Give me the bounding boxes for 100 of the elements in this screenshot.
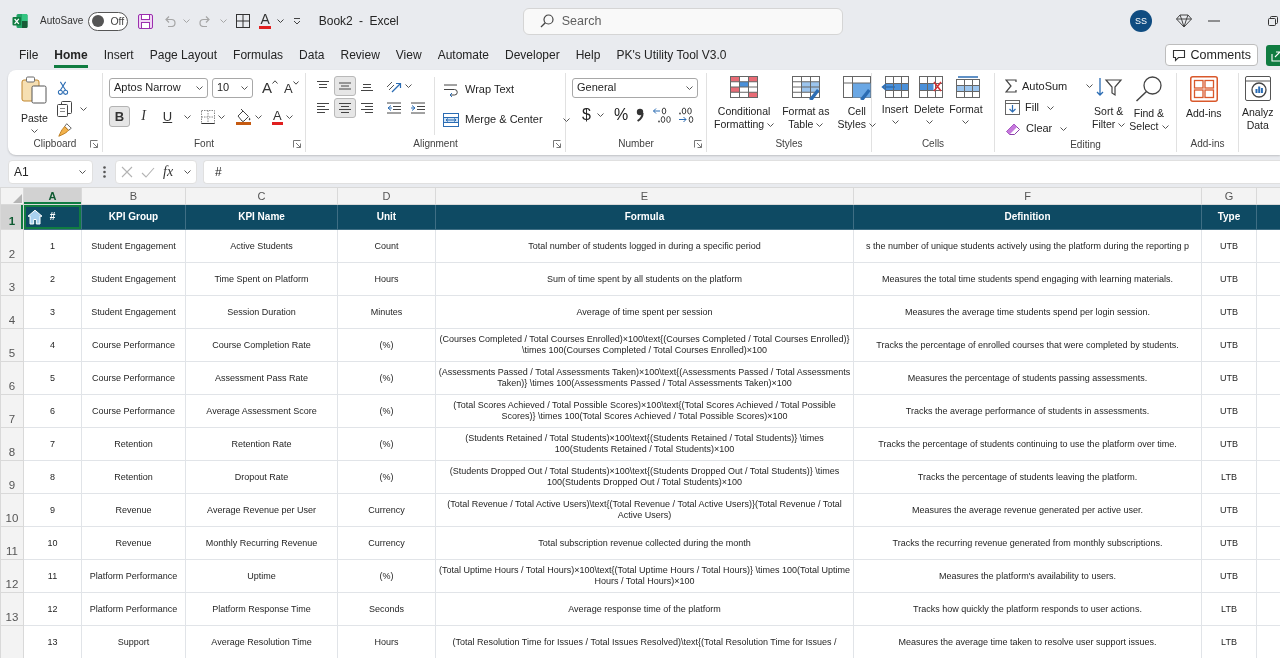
account-avatar[interactable]: SS (1130, 10, 1152, 32)
lines-right-arrow-icon[interactable] (410, 102, 426, 114)
caret-icon[interactable] (596, 112, 604, 117)
paste-button[interactable]: Paste (20, 73, 49, 137)
bold-button[interactable]: B (109, 106, 130, 127)
paint-bucket-icon[interactable] (235, 108, 252, 125)
currency-button[interactable]: $ (582, 105, 591, 125)
left-arrow-zeros-icon[interactable] (652, 106, 673, 123)
autosave-toggle[interactable]: Off (88, 11, 129, 31)
fill-button[interactable]: Fill (1005, 99, 1055, 116)
grid-icon[interactable] (201, 109, 215, 124)
ribbon-tab[interactable]: Page Layout (141, 42, 226, 68)
font-name-dropdown[interactable]: Aptos Narrow (109, 78, 208, 98)
percent-button[interactable]: % (613, 105, 629, 125)
format-as-table-button[interactable]: Format as Table (781, 73, 831, 136)
find-select-button[interactable]: Find & Select (1128, 73, 1170, 138)
merge-center-button[interactable]: Merge & Center (443, 109, 570, 131)
align-center-icon[interactable] (334, 98, 356, 118)
row-header[interactable]: 9 (0, 460, 24, 494)
corner-arrow-icon[interactable] (694, 140, 702, 148)
corner-arrow-icon[interactable] (293, 140, 301, 148)
column-header[interactable]: A (23, 187, 82, 205)
shrink-font-button[interactable]: A (284, 81, 299, 97)
lines-left-arrow-icon[interactable] (386, 102, 402, 114)
scissors-icon[interactable] (56, 81, 69, 95)
row-header[interactable]: 13 (0, 592, 24, 626)
restore-icon[interactable] (1268, 16, 1278, 26)
row-header[interactable]: 10 (0, 493, 24, 527)
align-left-icon[interactable] (316, 102, 330, 114)
column-header[interactable]: D (337, 187, 436, 205)
ribbon-tab[interactable]: Formulas (225, 42, 292, 68)
ribbon-tab[interactable]: View (387, 42, 430, 68)
clear-button[interactable]: Clear (1005, 120, 1068, 138)
search-field[interactable]: Search (522, 7, 843, 35)
corner-arrow-icon[interactable] (90, 140, 98, 149)
underline-button[interactable]: U (157, 106, 178, 127)
ribbon-tab[interactable]: Data (291, 42, 333, 68)
column-header[interactable]: B (81, 187, 186, 205)
number-format-dropdown[interactable]: General (572, 78, 698, 98)
caret-icon[interactable] (285, 114, 293, 119)
caret-icon[interactable] (218, 114, 225, 119)
row-header[interactable]: 11 (0, 526, 24, 560)
autosum-button[interactable]: AutoSum (1005, 78, 1094, 95)
analyze-data-button[interactable]: Analyz Data (1241, 73, 1275, 136)
grow-font-button[interactable]: A (262, 80, 278, 96)
ribbon-tab[interactable]: File (11, 42, 47, 68)
insert-function-button[interactable]: fx (163, 165, 174, 179)
font-size-dropdown[interactable]: 10 (212, 78, 253, 98)
wrap-text-button[interactable]: Wrap Text (443, 79, 570, 101)
italic-button[interactable]: I (133, 106, 154, 127)
font-color-button[interactable]: A (259, 13, 271, 29)
home-icon[interactable] (27, 209, 43, 225)
format-button[interactable]: Format (948, 73, 984, 136)
name-box[interactable]: A1 (8, 160, 93, 184)
row-header[interactable]: 3 (0, 262, 24, 296)
cell-styles-button[interactable]: Cell Styles (836, 73, 878, 136)
comments-button[interactable]: Comments (1164, 44, 1258, 66)
ribbon-tab[interactable]: Developer (497, 42, 568, 68)
caret-icon[interactable] (276, 19, 284, 23)
ribbon-tab[interactable]: PK's Utility Tool V3.0 (608, 42, 735, 68)
row-header[interactable]: 5 (0, 328, 24, 362)
column-header[interactable]: C (185, 187, 338, 205)
row-header[interactable]: 2 (0, 229, 24, 263)
paintbrush-icon[interactable] (56, 122, 73, 137)
column-header[interactable]: G (1201, 187, 1257, 205)
row-header[interactable]: 6 (0, 361, 24, 395)
row-header[interactable]: 8 (0, 427, 24, 461)
line-caret-icon[interactable] (292, 17, 301, 25)
caret-icon[interactable] (184, 114, 191, 119)
insert-button[interactable]: Insert (880, 73, 910, 136)
arrow-box-icon[interactable] (1266, 44, 1280, 66)
corner-arrow-icon[interactable] (553, 140, 561, 148)
vertical-dots-icon[interactable] (103, 166, 106, 178)
font-color-button[interactable]: A (272, 108, 283, 125)
caret-icon[interactable] (255, 114, 262, 119)
row-header[interactable]: 1 (0, 204, 24, 230)
ribbon-tab[interactable]: Review (332, 42, 388, 68)
diagonal-arrow-icon[interactable] (386, 79, 402, 93)
comma-icon[interactable] (636, 107, 645, 122)
row-header[interactable]: 4 (0, 295, 24, 329)
caret-icon[interactable] (79, 106, 87, 111)
copy-icon[interactable] (56, 100, 72, 117)
selected-cell[interactable]: # (23, 204, 82, 230)
grid-icon[interactable] (236, 14, 251, 28)
diamond-icon[interactable] (1176, 14, 1192, 28)
caret-icon[interactable] (184, 170, 192, 174)
delete-button[interactable]: Delete (913, 73, 946, 136)
conditional-formatting-button[interactable]: Conditional Formatting (713, 73, 776, 136)
ribbon-tab[interactable]: Help (567, 42, 609, 68)
sort-filter-button[interactable]: Sort & Filter (1091, 73, 1127, 138)
align-right-icon[interactable] (360, 102, 374, 114)
column-header[interactable]: E (435, 187, 854, 205)
ribbon-tab[interactable]: Insert (95, 42, 142, 68)
column-header[interactable]: F (853, 187, 1202, 205)
add-ins-button[interactable]: Add-ins (1185, 73, 1223, 136)
formula-input[interactable]: # (203, 160, 1280, 184)
row-header[interactable]: 12 (0, 559, 24, 593)
caret-icon[interactable] (405, 84, 412, 88)
row-header[interactable]: 7 (0, 394, 24, 428)
ribbon-tab[interactable]: Automate (429, 42, 497, 68)
